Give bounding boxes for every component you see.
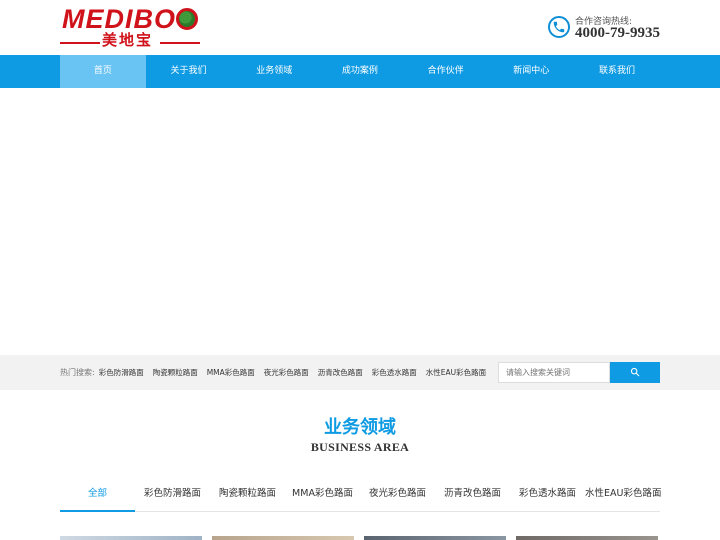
main-nav: 首页 关于我们 业务领域 成功案例 合作伙伴 新闻中心 联系我们 <box>0 55 720 88</box>
tab-item[interactable]: 水性EAU彩色路面 <box>585 482 661 512</box>
globe-icon <box>176 8 198 30</box>
tab-item[interactable]: 彩色防滑路面 <box>135 482 210 512</box>
nav-item-partners[interactable]: 合作伙伴 <box>403 55 489 88</box>
site-header: MEDIBO 美地宝 合作咨询热线: 4000-79-9935 <box>0 0 720 55</box>
hot-search: 热门搜索: 彩色防滑路面 陶瓷颗粒路面 MMA彩色路面 夜光彩色路面 沥青改色路… <box>60 355 495 390</box>
product-thumbnail[interactable] <box>516 536 658 540</box>
nav-item-news[interactable]: 新闻中心 <box>488 55 574 88</box>
search-input[interactable] <box>498 362 610 383</box>
tab-item[interactable]: 彩色透水路面 <box>510 482 585 512</box>
nav-items: 首页 关于我们 业务领域 成功案例 合作伙伴 新闻中心 联系我们 <box>60 55 660 88</box>
product-thumbnail[interactable] <box>212 536 354 540</box>
hotline-number: 4000-79-9935 <box>575 25 660 41</box>
hot-search-title: 热门搜索: <box>60 368 95 377</box>
hot-search-link[interactable]: 水性EAU彩色路面 <box>426 367 486 378</box>
nav-item-cases[interactable]: 成功案例 <box>317 55 403 88</box>
hot-search-link[interactable]: 沥青改色路面 <box>318 367 363 378</box>
logo-rule-left <box>60 42 100 44</box>
tab-all[interactable]: 全部 <box>60 482 135 512</box>
hotline: 合作咨询热线: 4000-79-9935 <box>548 14 668 46</box>
product-thumbnail[interactable] <box>60 536 202 540</box>
hot-search-link[interactable]: 彩色透水路面 <box>372 367 417 378</box>
logo-chinese-name: 美地宝 <box>102 31 154 49</box>
search-icon <box>630 365 640 380</box>
product-thumbnails <box>60 536 660 540</box>
tab-item[interactable]: 沥青改色路面 <box>435 482 510 512</box>
phone-icon <box>548 16 570 38</box>
nav-item-contact[interactable]: 联系我们 <box>574 55 660 88</box>
logo-wordmark: MEDIBO <box>62 4 176 34</box>
business-tabs: 全部 彩色防滑路面 陶瓷颗粒路面 MMA彩色路面 夜光彩色路面 沥青改色路面 彩… <box>60 482 661 512</box>
search-button[interactable] <box>610 362 660 383</box>
site-logo[interactable]: MEDIBO 美地宝 <box>60 4 202 52</box>
hot-search-link[interactable]: 夜光彩色路面 <box>264 367 309 378</box>
section-subtitle: BUSINESS AREA <box>310 440 410 454</box>
tab-item[interactable]: 陶瓷颗粒路面 <box>210 482 285 512</box>
hot-search-link[interactable]: 彩色防滑路面 <box>99 367 144 378</box>
tab-item[interactable]: 夜光彩色路面 <box>360 482 435 512</box>
nav-item-home[interactable]: 首页 <box>60 55 146 88</box>
nav-item-business[interactable]: 业务领域 <box>231 55 317 88</box>
hot-search-link[interactable]: 陶瓷颗粒路面 <box>153 367 198 378</box>
logo-rule-right <box>160 42 200 44</box>
product-thumbnail[interactable] <box>364 536 506 540</box>
nav-item-about[interactable]: 关于我们 <box>146 55 232 88</box>
section-title: 业务领域 <box>324 417 396 438</box>
tab-item[interactable]: MMA彩色路面 <box>285 482 360 512</box>
hot-search-link[interactable]: MMA彩色路面 <box>207 367 255 378</box>
hero-banner <box>0 88 720 355</box>
